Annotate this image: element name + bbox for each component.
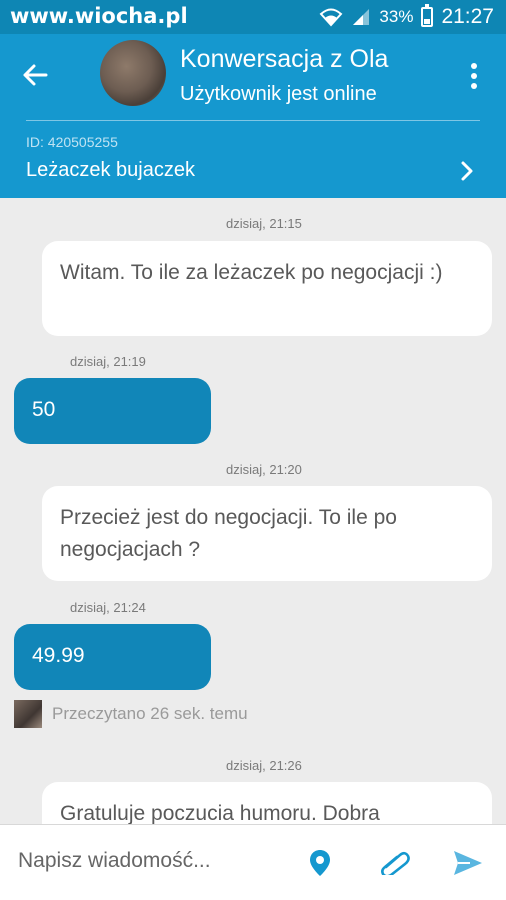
message-timestamp: dzisiaj, 21:20 bbox=[226, 462, 302, 477]
message-input[interactable]: Napisz wiadomość... bbox=[18, 849, 211, 873]
back-arrow-icon[interactable] bbox=[20, 60, 50, 90]
read-receipt-text: Przeczytano 26 sek. temu bbox=[52, 704, 248, 723]
message-timestamp: dzisiaj, 21:19 bbox=[70, 354, 146, 369]
location-pin-icon[interactable] bbox=[309, 849, 331, 877]
listing-id: ID: 420505255 bbox=[26, 134, 118, 150]
message-timestamp: dzisiaj, 21:15 bbox=[226, 216, 302, 231]
read-receipt: Przeczytano 26 sek. temu bbox=[14, 700, 248, 728]
more-vert-icon[interactable] bbox=[470, 62, 478, 90]
status-icons: 33% 21:27 bbox=[319, 4, 494, 29]
avatar[interactable] bbox=[100, 40, 166, 106]
incoming-message[interactable]: Gratuluje poczucia humoru. Dobra bbox=[42, 782, 492, 824]
paperclip-icon[interactable] bbox=[378, 849, 410, 875]
watermark: www.wiocha.pl bbox=[10, 4, 188, 28]
conversation-header: Konwersacja z Ola Użytkownik jest online… bbox=[0, 34, 506, 198]
wifi-icon bbox=[319, 8, 343, 27]
incoming-message[interactable]: Przecież jest do negocjacji. To ile po n… bbox=[42, 486, 492, 581]
header-divider bbox=[26, 120, 480, 121]
message-timestamp: dzisiaj, 21:24 bbox=[70, 600, 146, 615]
online-status: Użytkownik jest online bbox=[180, 83, 377, 105]
read-receipt-avatar bbox=[14, 700, 42, 728]
listing-title[interactable]: Leżaczek bujaczek bbox=[26, 159, 195, 182]
signal-icon bbox=[353, 9, 370, 25]
message-timestamp: dzisiaj, 21:26 bbox=[226, 758, 302, 773]
battery-icon bbox=[421, 4, 434, 27]
outgoing-message[interactable]: 49.99 bbox=[14, 624, 211, 690]
page-title: Konwersacja z Ola bbox=[180, 45, 389, 73]
message-list[interactable]: dzisiaj, 21:15 Witam. To ile za leżaczek… bbox=[0, 198, 506, 824]
send-icon[interactable] bbox=[452, 849, 484, 877]
message-composer: Napisz wiadomość... bbox=[0, 824, 506, 900]
chevron-right-icon[interactable] bbox=[460, 160, 474, 182]
incoming-message[interactable]: Witam. To ile za leżaczek po negocjacji … bbox=[42, 241, 492, 336]
battery-percent: 33% bbox=[379, 7, 414, 26]
outgoing-message[interactable]: 50 bbox=[14, 378, 211, 444]
status-bar: www.wiocha.pl 33% 21:27 bbox=[0, 0, 506, 34]
clock: 21:27 bbox=[441, 5, 494, 28]
